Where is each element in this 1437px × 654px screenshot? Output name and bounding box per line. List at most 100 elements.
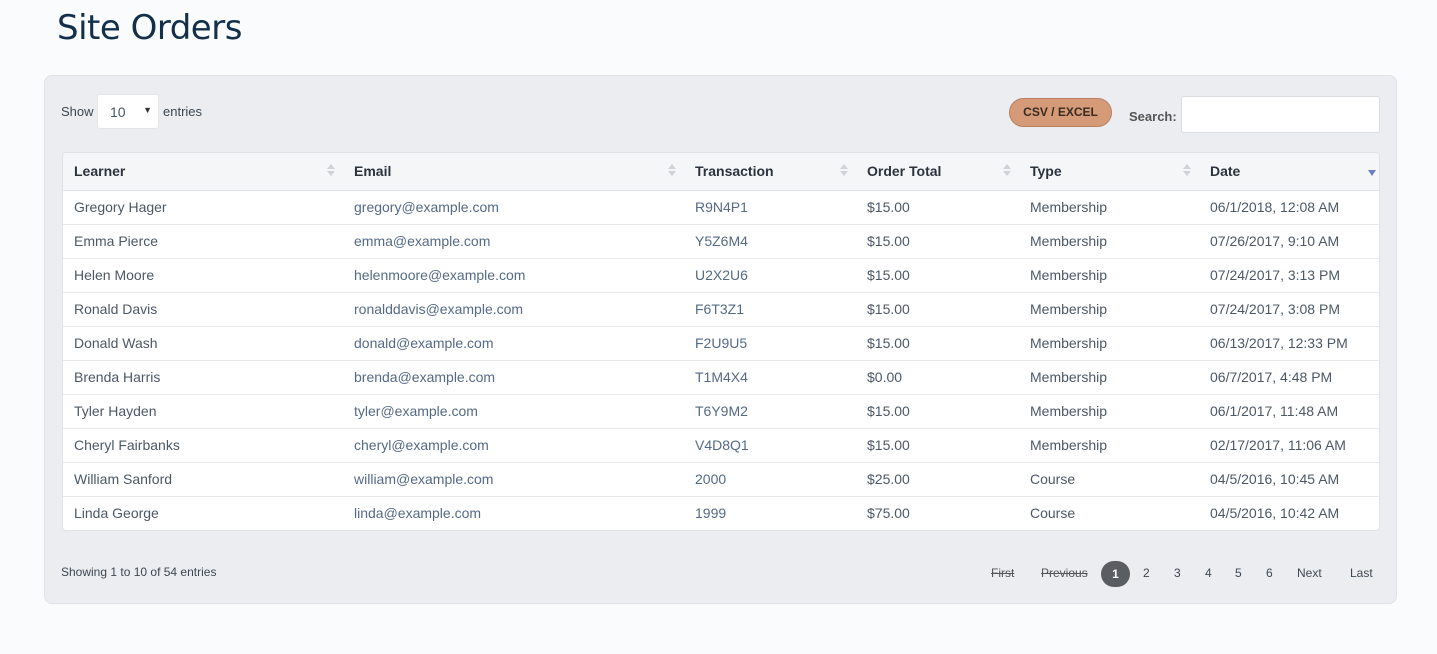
- cell-learner: Emma Pierce: [63, 223, 343, 258]
- cell-email: linda@example.com: [343, 495, 684, 530]
- cell-learner: Brenda Harris: [63, 359, 343, 394]
- entries-per-page-select[interactable]: 10 ▼: [97, 94, 159, 129]
- column-header-learner[interactable]: Learner: [63, 153, 343, 191]
- table-row: Ronald Davis ronalddavis@example.com F6T3Z…: [63, 291, 1379, 326]
- cell-date: 07/26/2017, 9:10 AM: [1199, 223, 1379, 258]
- cell-transaction: V4D8Q1: [684, 427, 856, 462]
- cell-transaction: 2000: [684, 461, 856, 496]
- column-header-date[interactable]: Date: [1199, 153, 1379, 191]
- cell-email: tyler@example.com: [343, 393, 684, 428]
- table-row: Gregory Hager gregory@example.com R9N4P1 $1…: [63, 190, 1379, 224]
- cell-learner: Ronald Davis: [63, 291, 343, 326]
- orders-table-container: Learner Email Transaction Order Total Type Da…: [62, 152, 1380, 531]
- sort-descending-icon: [1368, 170, 1376, 176]
- cell-date: 06/13/2017, 12:33 PM: [1199, 325, 1379, 360]
- table-row: Cheryl Fairbanks cheryl@example.com V4D8Q1…: [63, 427, 1379, 462]
- table-row: William Sanford william@example.com 2000 $2…: [63, 461, 1379, 496]
- table-body: Gregory Hager gregory@example.com R9N4P1 $1…: [63, 190, 1379, 530]
- entries-per-page-value: 10: [110, 104, 126, 120]
- table-row: Brenda Harris brenda@example.com T1M4X4 $0.…: [63, 359, 1379, 394]
- search-label: Search:: [1129, 109, 1177, 124]
- sort-icon: [668, 164, 676, 178]
- cell-transaction: T1M4X4: [684, 359, 856, 394]
- cell-transaction: 1999: [684, 495, 856, 530]
- cell-date: 04/5/2016, 10:42 AM: [1199, 495, 1379, 530]
- pagination-page-5[interactable]: 5: [1235, 566, 1242, 580]
- cell-order-total: $15.00: [856, 393, 1019, 428]
- column-header-label: Order Total: [867, 163, 942, 180]
- cell-type: Membership: [1019, 427, 1199, 462]
- cell-transaction: U2X2U6: [684, 257, 856, 292]
- pagination-page-1[interactable]: 1: [1101, 561, 1130, 587]
- pagination-page-4[interactable]: 4: [1205, 566, 1212, 580]
- orders-panel: Show 10 ▼ entries CSV / EXCEL Search: Le…: [44, 75, 1397, 604]
- pagination-first-button[interactable]: First: [991, 566, 1014, 580]
- chevron-down-icon: ▼: [143, 105, 152, 115]
- cell-order-total: $15.00: [856, 223, 1019, 258]
- entries-label: entries: [163, 104, 203, 119]
- cell-date: 04/5/2016, 10:45 AM: [1199, 461, 1379, 496]
- orders-table: Learner Email Transaction Order Total Type Da…: [63, 153, 1379, 530]
- cell-date: 06/7/2017, 4:48 PM: [1199, 359, 1379, 394]
- cell-date: 06/1/2018, 12:08 AM: [1210, 199, 1340, 215]
- cell-order-total: $15.00: [867, 199, 910, 215]
- show-label: Show: [61, 104, 94, 119]
- cell-email: brenda@example.com: [343, 359, 684, 394]
- pagination: First Previous 1 2 3 4 5 6 Next Last: [45, 561, 1396, 587]
- table-row: Donald Wash donald@example.com F2U9U5 $15.0…: [63, 325, 1379, 360]
- cell-type: Course: [1019, 495, 1199, 530]
- pagination-previous-button[interactable]: Previous: [1041, 566, 1088, 580]
- cell-learner: Linda George: [63, 495, 343, 530]
- cell-transaction: R9N4P1: [695, 199, 748, 215]
- cell-learner: Gregory Hager: [74, 199, 167, 215]
- cell-email: cheryl@example.com: [343, 427, 684, 462]
- cell-order-total: $0.00: [856, 359, 1019, 394]
- table-header-row: Learner Email Transaction Order Total Type Da…: [63, 153, 1379, 191]
- cell-type: Course: [1019, 461, 1199, 496]
- pagination-next-button[interactable]: Next: [1297, 566, 1322, 580]
- cell-learner: Donald Wash: [63, 325, 343, 360]
- search-input[interactable]: [1181, 96, 1380, 133]
- cell-order-total: $25.00: [856, 461, 1019, 496]
- cell-date: 06/1/2017, 11:48 AM: [1199, 393, 1379, 428]
- table-row: Helen Moore helenmoore@example.com U2X2U6 $…: [63, 257, 1379, 292]
- cell-email: emma@example.com: [343, 223, 684, 258]
- cell-email: ronalddavis@example.com: [343, 291, 684, 326]
- column-header-order-total[interactable]: Order Total: [856, 153, 1019, 191]
- column-header-email[interactable]: Email: [343, 153, 684, 191]
- cell-type: Membership: [1019, 393, 1199, 428]
- cell-learner: Helen Moore: [63, 257, 343, 292]
- cell-order-total: $15.00: [856, 427, 1019, 462]
- cell-email: william@example.com: [343, 461, 684, 496]
- column-header-label: Date: [1210, 163, 1241, 180]
- cell-transaction: F6T3Z1: [684, 291, 856, 326]
- cell-transaction: Y5Z6M4: [684, 223, 856, 258]
- cell-order-total: $15.00: [856, 257, 1019, 292]
- sort-icon: [840, 164, 848, 178]
- pagination-page-3[interactable]: 3: [1174, 566, 1181, 580]
- csv-excel-export-button[interactable]: CSV / EXCEL: [1009, 98, 1112, 127]
- column-header-label: Email: [354, 163, 392, 180]
- cell-type: Membership: [1030, 199, 1108, 215]
- cell-learner: Tyler Hayden: [63, 393, 343, 428]
- table-row: Tyler Hayden tyler@example.com T6Y9M2 $15.0…: [63, 393, 1379, 428]
- column-header-label: Learner: [74, 163, 126, 180]
- pagination-page-6[interactable]: 6: [1266, 566, 1273, 580]
- cell-date: 07/24/2017, 3:13 PM: [1199, 257, 1379, 292]
- cell-email: donald@example.com: [343, 325, 684, 360]
- cell-order-total: $75.00: [856, 495, 1019, 530]
- sort-icon: [327, 164, 335, 178]
- page-title: Site Orders: [57, 8, 242, 48]
- cell-type: Membership: [1019, 325, 1199, 360]
- cell-order-total: $15.00: [856, 325, 1019, 360]
- cell-learner: William Sanford: [63, 461, 343, 496]
- cell-type: Membership: [1019, 359, 1199, 394]
- cell-date: 07/24/2017, 3:08 PM: [1199, 291, 1379, 326]
- pagination-last-button[interactable]: Last: [1350, 566, 1373, 580]
- cell-email: helenmoore@example.com: [343, 257, 684, 292]
- cell-type: Membership: [1019, 223, 1199, 258]
- column-header-type[interactable]: Type: [1019, 153, 1199, 191]
- pagination-page-2[interactable]: 2: [1143, 566, 1150, 580]
- column-header-transaction[interactable]: Transaction: [684, 153, 856, 191]
- cell-type: Membership: [1019, 257, 1199, 292]
